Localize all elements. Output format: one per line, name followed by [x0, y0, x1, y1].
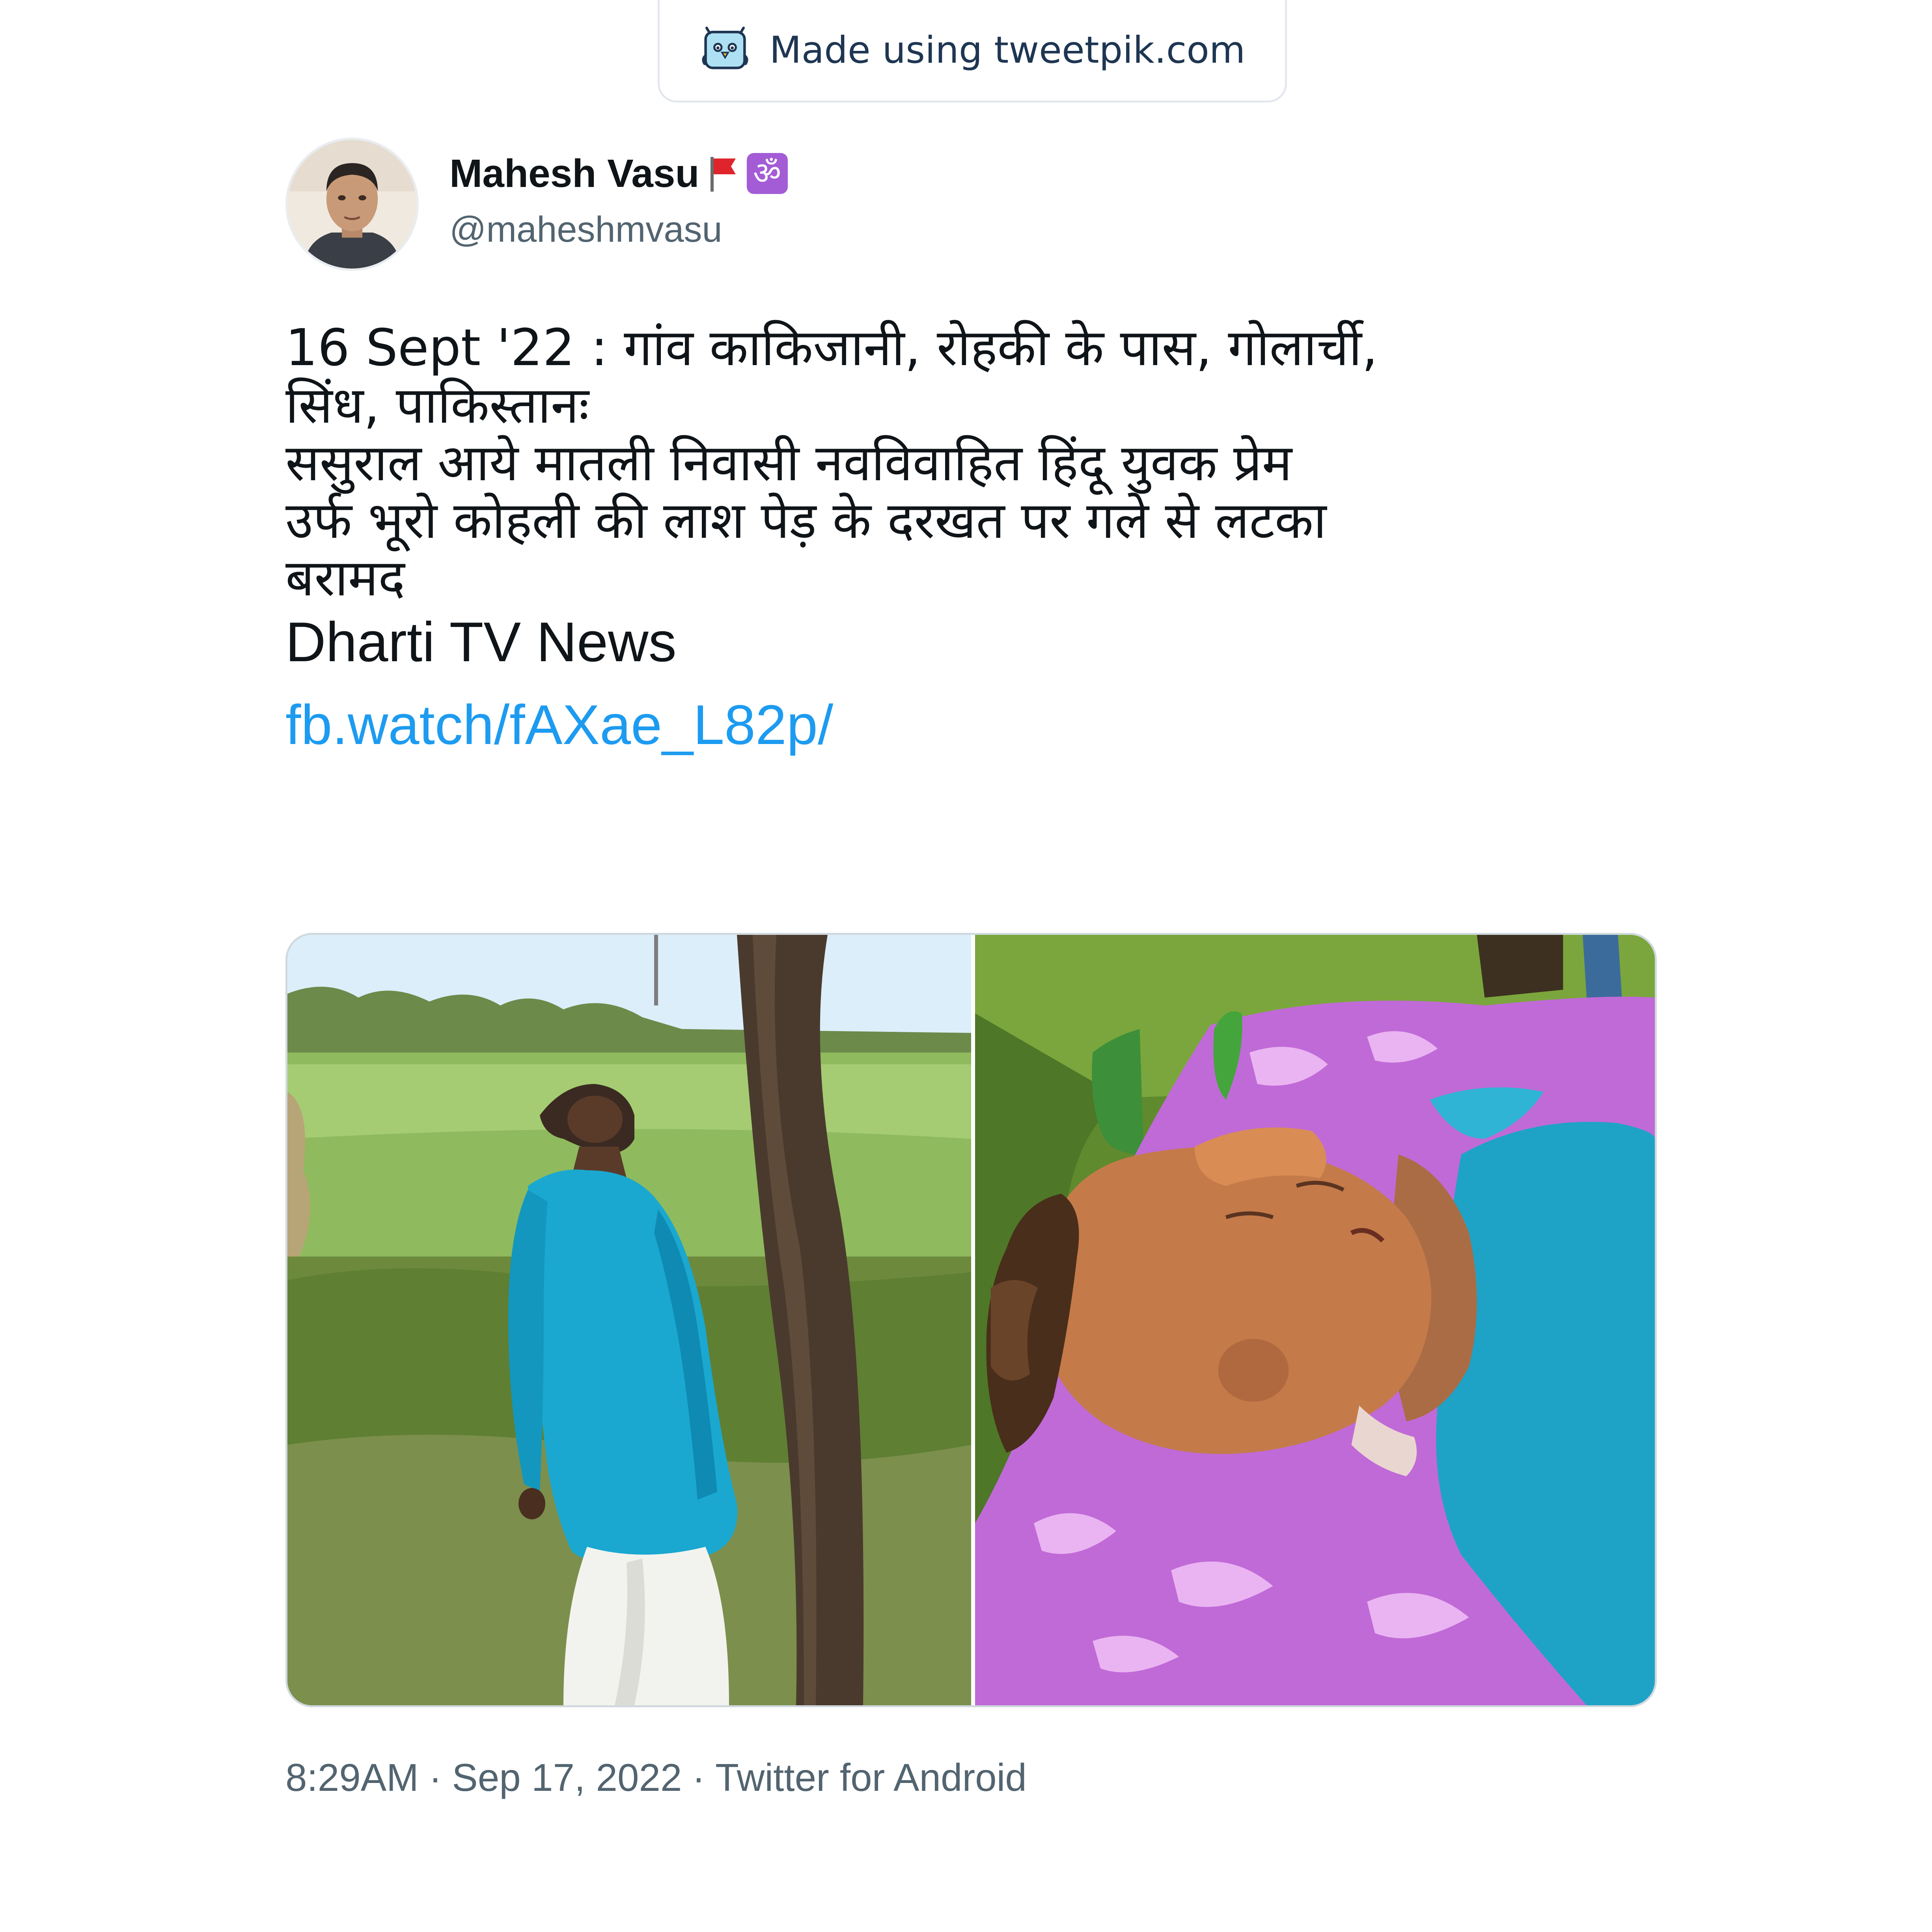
photo-standing-image — [287, 935, 971, 1705]
tweet-media[interactable] — [285, 933, 1657, 1707]
tweet-line: ससुराल आये मातली निवासी नवविवाहित हिंदू … — [285, 434, 1292, 492]
watermark-text: Made using tweetpik.com — [769, 29, 1246, 72]
tweet-client: Twitter for Android — [715, 1756, 1027, 1799]
author-name[interactable]: Mahesh Vasu — [449, 151, 699, 196]
meta-separator: · — [429, 1756, 442, 1799]
tweet-meta: 8:29AM · Sep 17, 2022 · Twitter for Andr… — [285, 1755, 1027, 1800]
tweet-line: बरामद — [285, 549, 405, 608]
om-icon: ॐ — [746, 153, 788, 194]
author-handle[interactable]: @maheshmvasu — [449, 209, 722, 250]
tweet-line: उर्फ भूरो कोहली की लाश पेड़ के दरखत पर ग… — [285, 491, 1327, 550]
tweetpik-watermark: Made using tweetpik.com — [658, 0, 1287, 103]
tweetpik-bird-icon — [701, 26, 748, 69]
tweet-source: Dharti TV News — [285, 611, 677, 673]
tweet-body: 16 Sept '22 : गांव काकिजानी, रोहकी के पा… — [285, 319, 1665, 755]
photo-man-standing-by-tree[interactable] — [287, 935, 971, 1705]
avatar[interactable] — [285, 138, 419, 271]
tweet-link[interactable]: fb.watch/fAXae_L82p/ — [285, 696, 1665, 755]
tweet-time[interactable]: 8:29AM — [285, 1755, 419, 1800]
avatar-photo — [288, 140, 416, 269]
photo-man-lying-on-sheet[interactable] — [975, 935, 1655, 1705]
tweet-line: 16 Sept '22 : गांव काकिजानी, रोहकी के पा… — [285, 319, 1378, 377]
tweet-line: सिंध, पाकिस्तानः — [285, 376, 589, 435]
red-flag-icon — [710, 157, 736, 192]
meta-separator: · — [692, 1756, 705, 1799]
photo-divider — [971, 935, 975, 1705]
author-name-row: Mahesh Vasu ॐ — [449, 150, 788, 197]
tweet-date[interactable]: Sep 17, 2022 — [452, 1755, 682, 1800]
photo-lying-image — [975, 935, 1655, 1705]
